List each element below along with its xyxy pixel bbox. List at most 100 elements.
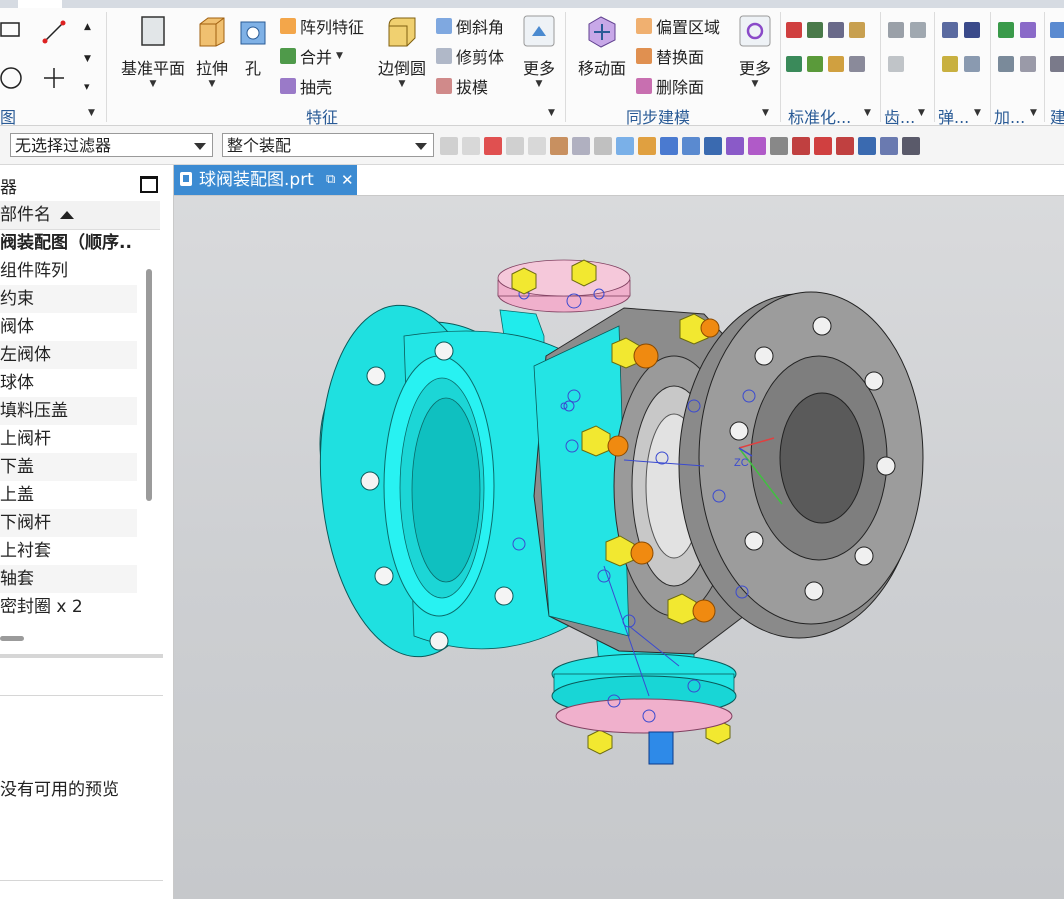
tree-row[interactable]: 密封圈 x 2	[0, 593, 137, 621]
standard-part-icon[interactable]	[828, 56, 844, 72]
point-tool-icon[interactable]	[42, 66, 66, 90]
gear-icon[interactable]	[910, 22, 926, 38]
snap-curve-icon[interactable]	[704, 137, 722, 155]
delete-face-button[interactable]: 删除面	[636, 74, 704, 98]
snap-spline-icon[interactable]	[726, 137, 744, 155]
offset-region-button[interactable]: 偏置区域	[636, 14, 720, 38]
snap-line-icon[interactable]	[660, 137, 678, 155]
replace-face-button[interactable]: 替换面	[636, 44, 704, 68]
group-menu-icon[interactable]: ▼	[1030, 108, 1037, 118]
machining-icon[interactable]	[1020, 56, 1036, 72]
tree-row[interactable]: 组件阵列	[0, 257, 137, 285]
standard-part-icon[interactable]	[786, 56, 802, 72]
group-menu-icon[interactable]: ▼	[918, 108, 925, 118]
standard-part-icon[interactable]	[786, 22, 802, 38]
select-solid-icon[interactable]	[616, 137, 634, 155]
build-icon[interactable]	[1050, 56, 1064, 72]
standard-part-icon[interactable]	[807, 22, 823, 38]
select-feature-icon[interactable]	[440, 137, 458, 155]
menu-tab-active[interactable]	[18, 0, 62, 8]
tree-row[interactable]: 下盖	[0, 453, 137, 481]
snap-quadrant-icon[interactable]	[814, 137, 832, 155]
vertical-scrollbar[interactable]	[146, 269, 152, 501]
sync-more-button[interactable]: 更多 ▼	[734, 14, 776, 89]
tree-row[interactable]: 上阀杆	[0, 425, 137, 453]
snap-tangent-icon[interactable]	[858, 137, 876, 155]
scroll-down-icon[interactable]: ▼	[84, 54, 91, 64]
standard-part-icon[interactable]	[849, 56, 865, 72]
tree-row[interactable]: 上盖	[0, 481, 137, 509]
group-menu-icon[interactable]: ▼	[864, 108, 871, 118]
snap-midpoint-icon[interactable]	[682, 137, 700, 155]
group-menu-icon[interactable]: ▼	[762, 108, 769, 118]
maximize-icon[interactable]	[140, 176, 158, 193]
unite-dropdown-icon[interactable]: ▼	[336, 51, 343, 61]
close-icon[interactable]: ✕	[341, 165, 354, 195]
group-menu-icon[interactable]: ▼	[548, 108, 555, 118]
machining-icon[interactable]	[998, 22, 1014, 38]
line-tool-icon[interactable]	[42, 20, 66, 44]
circle-tool-icon[interactable]	[0, 66, 24, 90]
right-flange[interactable]	[678, 291, 924, 639]
spring-icon[interactable]	[964, 56, 980, 72]
tree-row[interactable]: 左阀体	[0, 341, 137, 369]
machining-icon[interactable]	[1020, 22, 1036, 38]
bottom-cap[interactable]	[551, 653, 737, 765]
document-tab[interactable]: 球阀装配图.prt ⧉ ✕	[174, 165, 357, 195]
draft-button[interactable]: 拔模	[436, 74, 488, 98]
left-valve-body[interactable]	[309, 299, 570, 662]
column-header-part-name[interactable]: 部件名	[0, 201, 160, 230]
spring-icon[interactable]	[942, 56, 958, 72]
hole-button[interactable]: 孔	[236, 14, 270, 79]
datum-plane-button[interactable]: 基准平面 ▼	[118, 14, 188, 89]
group-menu-icon[interactable]: ▼	[88, 108, 95, 118]
snap-wave-icon[interactable]	[748, 137, 766, 155]
snap-center-icon[interactable]	[792, 137, 810, 155]
tree-row[interactable]: 球体	[0, 369, 137, 397]
gear-icon[interactable]	[888, 22, 904, 38]
filter-icon[interactable]	[594, 137, 612, 155]
tree-row[interactable]: 填料压盖	[0, 397, 137, 425]
tree-row[interactable]: 阀体	[0, 313, 137, 341]
unite-button[interactable]: 合并 ▼	[280, 44, 343, 68]
machining-icon[interactable]	[998, 56, 1014, 72]
tree-row[interactable]: 上衬套	[0, 537, 137, 565]
ball-valve-model[interactable]: ZC	[174, 196, 1064, 899]
tree-row[interactable]: 轴套	[0, 565, 137, 593]
snap-endpoint-icon[interactable]	[638, 137, 656, 155]
select-body-icon[interactable]	[462, 137, 480, 155]
scroll-up-icon[interactable]: ▲	[84, 22, 91, 32]
gallery-expand-icon[interactable]: ▾	[84, 80, 90, 93]
select-point-icon[interactable]	[484, 137, 502, 155]
feature-more-button[interactable]: 更多 ▼	[518, 14, 560, 89]
horizontal-scrollbar[interactable]	[0, 636, 24, 641]
tree-row[interactable]: 下阀杆	[0, 509, 137, 537]
group-menu-icon[interactable]: ▼	[974, 108, 981, 118]
gear-icon[interactable]	[888, 56, 904, 72]
select-face-icon[interactable]	[528, 137, 546, 155]
shell-button[interactable]: 抽壳	[280, 74, 332, 98]
tree-row[interactable]: 阀装配图（顺序..	[0, 229, 137, 257]
snap-point-icon[interactable]	[836, 137, 854, 155]
standard-part-icon[interactable]	[828, 22, 844, 38]
trim-body-button[interactable]: 修剪体	[436, 44, 504, 68]
edge-blend-button[interactable]: 边倒圆 ▼	[374, 14, 430, 89]
spring-icon[interactable]	[964, 22, 980, 38]
snap-face-icon[interactable]	[880, 137, 898, 155]
selection-filter-dropdown[interactable]: 无选择过滤器	[10, 133, 213, 157]
move-face-button[interactable]: 移动面	[574, 14, 630, 79]
rectangle-tool-icon[interactable]	[0, 18, 20, 38]
panel-splitter[interactable]	[0, 654, 163, 658]
standard-part-icon[interactable]	[849, 22, 865, 38]
build-icon[interactable]	[1050, 22, 1064, 38]
snap-grid-icon[interactable]	[902, 137, 920, 155]
snap-intersection-icon[interactable]	[770, 137, 788, 155]
tree-row[interactable]: 约束	[0, 285, 137, 313]
pin-tab-icon[interactable]: ⧉	[326, 165, 335, 195]
standard-part-icon[interactable]	[807, 56, 823, 72]
selection-scope-dropdown[interactable]: 整个装配	[222, 133, 434, 157]
spring-icon[interactable]	[942, 22, 958, 38]
pattern-feature-button[interactable]: 阵列特征	[280, 14, 364, 38]
select-rectangle-icon[interactable]	[572, 137, 590, 155]
select-region-icon[interactable]	[550, 137, 568, 155]
